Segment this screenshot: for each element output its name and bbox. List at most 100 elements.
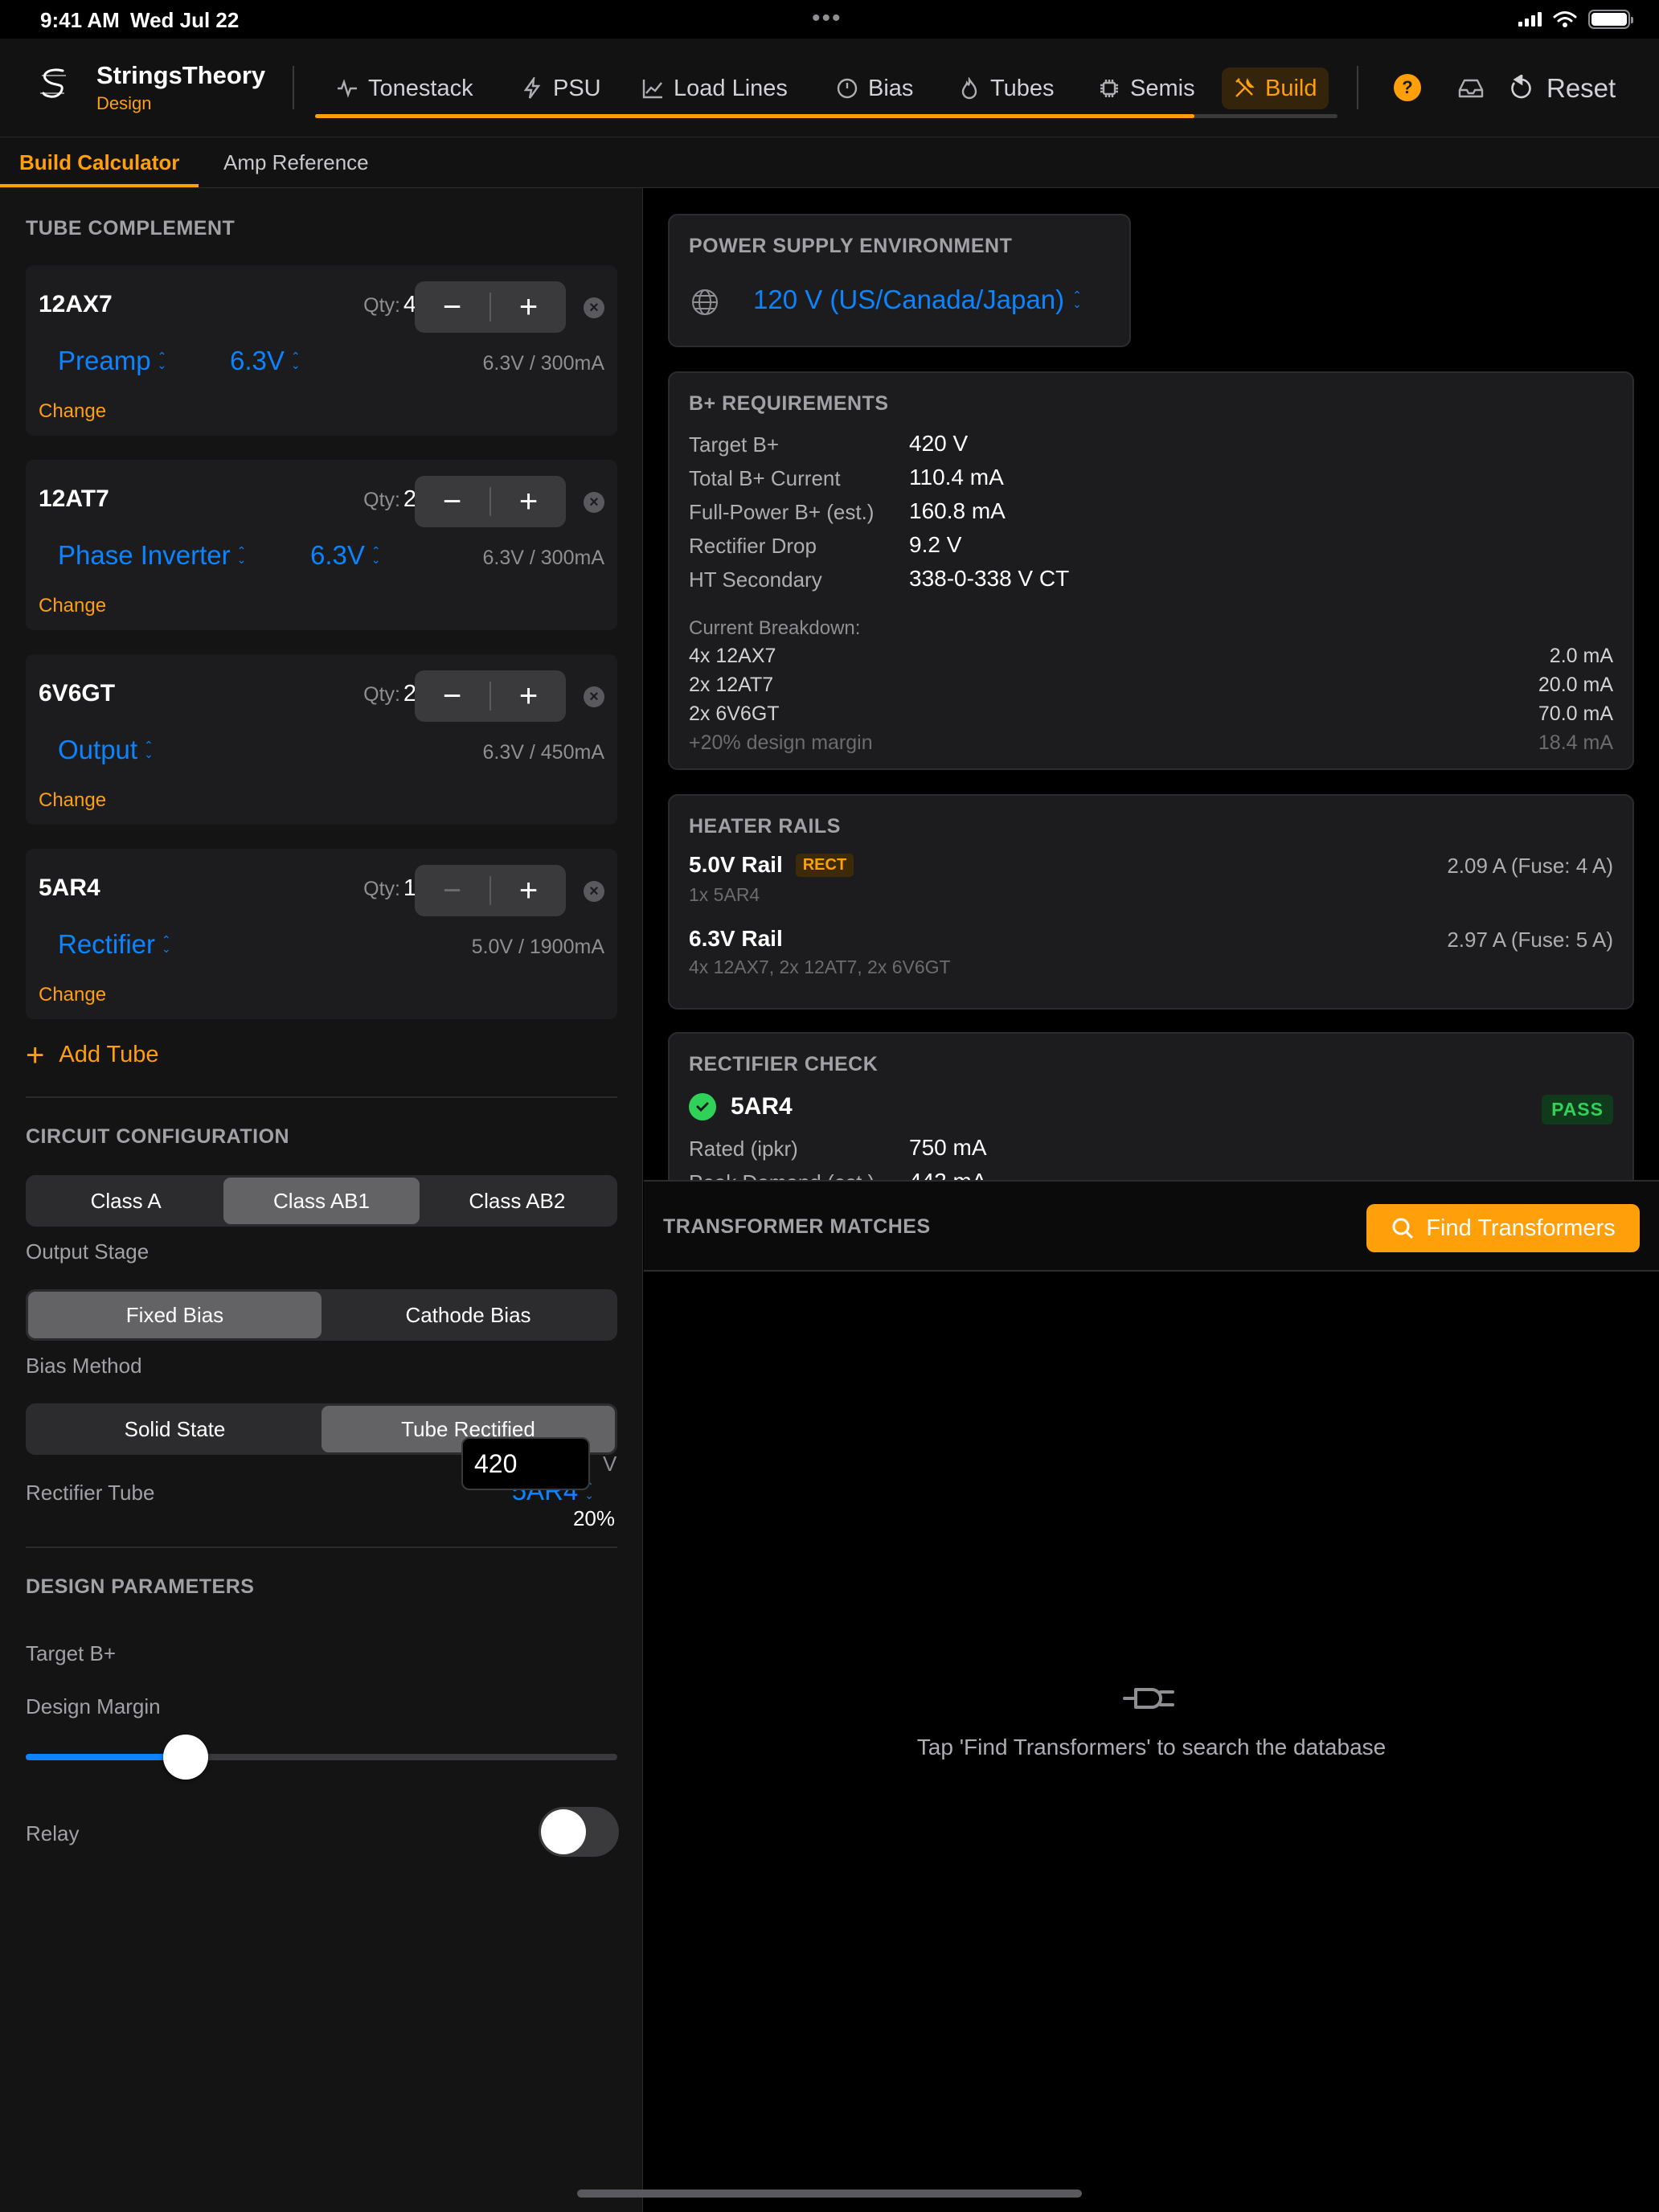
rail-current: 2.09 A (Fuse: 4 A) bbox=[1447, 854, 1613, 878]
plus-icon: + bbox=[26, 1037, 45, 1073]
heater-voltage-picker[interactable]: 6.3V ⌃ ⌄ bbox=[310, 540, 381, 571]
app-name: StringsTheory bbox=[96, 61, 266, 89]
increment-button[interactable]: + bbox=[491, 865, 566, 916]
tab-tonestack[interactable]: Tonestack bbox=[325, 68, 485, 109]
role-picker[interactable]: Preamp ⌃ ⌄ bbox=[58, 346, 166, 376]
section-title-design: DESIGN PARAMETERS bbox=[26, 1575, 255, 1598]
tab-bias[interactable]: Bias bbox=[825, 68, 924, 109]
rectifier-tube-name: 5AR4 bbox=[731, 1093, 793, 1120]
relay-toggle[interactable] bbox=[539, 1807, 619, 1857]
segment-class-ab2[interactable]: Class AB2 bbox=[420, 1178, 615, 1224]
card-title: B+ REQUIREMENTS bbox=[689, 392, 889, 415]
kv-value: 750 mA bbox=[909, 1135, 987, 1160]
role-value: Preamp bbox=[58, 346, 151, 375]
add-tube-button[interactable]: + Add Tube bbox=[26, 1037, 159, 1073]
tab-label: Semis bbox=[1130, 75, 1195, 101]
segment-cathode-bias[interactable]: Cathode Bias bbox=[322, 1292, 615, 1338]
section-title-circuit: CIRCUIT CONFIGURATION bbox=[26, 1125, 290, 1148]
breakdown-tube: 2x 12AT7 bbox=[689, 674, 774, 696]
tab-semis[interactable]: Semis bbox=[1087, 68, 1206, 109]
rail-tubes: 1x 5AR4 bbox=[689, 884, 760, 905]
nav-progress-fill bbox=[315, 114, 1194, 118]
decrement-button[interactable]: − bbox=[415, 476, 490, 527]
mains-voltage-picker[interactable]: 120 V (US/Canada/Japan) ⌃ ⌄ bbox=[753, 285, 1082, 315]
section-title-tube-complement: TUBE COMPLEMENT bbox=[26, 217, 236, 240]
slider-knob[interactable] bbox=[162, 1735, 208, 1780]
waveform-icon bbox=[338, 79, 357, 98]
results-panel: POWER SUPPLY ENVIRONMENT 120 V (US/Canad… bbox=[644, 188, 1659, 1180]
tab-psu[interactable]: PSU bbox=[510, 68, 612, 109]
increment-button[interactable]: + bbox=[491, 281, 566, 333]
qty-label: Qty: bbox=[363, 878, 400, 900]
decrement-button[interactable]: − bbox=[415, 281, 490, 333]
chevron-updown-icon: ⌃ ⌄ bbox=[162, 933, 171, 955]
tab-label: Tubes bbox=[990, 75, 1055, 101]
tab-label: Tonestack bbox=[368, 75, 473, 101]
status-date: Wed Jul 22 bbox=[130, 8, 240, 32]
checkmark-icon bbox=[689, 1093, 716, 1120]
search-icon bbox=[1392, 1218, 1414, 1239]
rect-badge: RECT bbox=[795, 853, 854, 877]
decrement-button[interactable]: − bbox=[415, 865, 490, 916]
kv-label: Peak Demand (est.) bbox=[689, 1170, 875, 1180]
remove-tube-icon[interactable]: × bbox=[584, 297, 604, 318]
transformer-matches-header: TRANSFORMER MATCHES Find Transformers bbox=[644, 1180, 1659, 1272]
design-margin-slider[interactable] bbox=[26, 1735, 617, 1780]
kv-label: Rated (ipkr) bbox=[689, 1137, 798, 1161]
segment-class-ab1[interactable]: Class AB1 bbox=[223, 1178, 420, 1224]
breakdown-row: +20% design margin 18.4 mA bbox=[689, 731, 1613, 755]
remove-tube-icon[interactable]: × bbox=[584, 881, 604, 902]
role-picker[interactable]: Output ⌃ ⌄ bbox=[58, 735, 154, 765]
target-bplus-unit: V bbox=[603, 1452, 617, 1476]
remove-tube-icon[interactable]: × bbox=[584, 492, 604, 513]
kv-label: Rectifier Drop bbox=[689, 534, 817, 558]
tab-label: PSU bbox=[553, 75, 601, 101]
change-link[interactable]: Change bbox=[39, 789, 106, 812]
rail-current: 2.97 A (Fuse: 5 A) bbox=[1447, 928, 1613, 952]
tools-icon bbox=[1235, 77, 1255, 97]
tab-amp-reference[interactable]: Amp Reference bbox=[204, 137, 388, 187]
multitasking-dots-icon[interactable]: ••• bbox=[812, 5, 842, 32]
kv-value: 160.8 mA bbox=[909, 498, 1006, 523]
pass-badge: PASS bbox=[1542, 1095, 1613, 1124]
change-link[interactable]: Change bbox=[39, 400, 106, 423]
top-navigation: StringsTheory Design Tonestack PSU Load … bbox=[0, 39, 1659, 137]
change-link[interactable]: Change bbox=[39, 595, 106, 617]
status-time: 9:41 AM bbox=[40, 8, 120, 32]
tray-icon[interactable] bbox=[1456, 74, 1485, 101]
mains-voltage-value: 120 V (US/Canada/Japan) bbox=[753, 285, 1065, 314]
gauge-icon bbox=[837, 78, 858, 99]
tab-build-calculator[interactable]: Build Calculator bbox=[0, 137, 199, 187]
kv-value: 9.2 V bbox=[909, 532, 962, 557]
breakdown-row: 2x 6V6GT 70.0 mA bbox=[689, 703, 1613, 726]
change-link[interactable]: Change bbox=[39, 984, 106, 1006]
quantity-stepper: − + bbox=[415, 281, 566, 333]
tab-label: Bias bbox=[868, 75, 914, 101]
segment-fixed-bias[interactable]: Fixed Bias bbox=[28, 1292, 322, 1338]
segment-class-a[interactable]: Class A bbox=[28, 1178, 223, 1224]
rail-name: 6.3V Rail bbox=[689, 926, 783, 952]
increment-button[interactable]: + bbox=[491, 670, 566, 722]
decrement-button[interactable]: − bbox=[415, 670, 490, 722]
segment-solid-state[interactable]: Solid State bbox=[28, 1406, 322, 1452]
tab-build[interactable]: Build bbox=[1222, 68, 1329, 109]
add-tube-label: Add Tube bbox=[59, 1042, 159, 1067]
find-transformers-button[interactable]: Find Transformers bbox=[1366, 1204, 1640, 1252]
qty-label: Qty: bbox=[363, 683, 400, 706]
quantity-stepper: − + bbox=[415, 670, 566, 722]
role-picker[interactable]: Rectifier ⌃ ⌄ bbox=[58, 929, 171, 960]
plug-icon bbox=[1123, 1688, 1174, 1709]
tab-tubes[interactable]: Tubes bbox=[947, 68, 1066, 109]
home-indicator[interactable] bbox=[577, 2189, 1082, 2198]
role-picker[interactable]: Phase Inverter ⌃ ⌄ bbox=[58, 540, 246, 571]
reset-button[interactable]: Reset bbox=[1508, 68, 1616, 109]
target-bplus-input[interactable]: 420 bbox=[461, 1437, 590, 1490]
flame-icon bbox=[961, 77, 977, 100]
role-value: Rectifier bbox=[58, 929, 156, 959]
remove-tube-icon[interactable]: × bbox=[584, 686, 604, 707]
heater-voltage-picker[interactable]: 6.3V ⌃ ⌄ bbox=[230, 346, 301, 376]
increment-button[interactable]: + bbox=[491, 476, 566, 527]
tube-name: 5AR4 bbox=[39, 875, 100, 901]
help-icon[interactable]: ? bbox=[1394, 74, 1421, 101]
tab-load-lines[interactable]: Load Lines bbox=[630, 68, 799, 109]
